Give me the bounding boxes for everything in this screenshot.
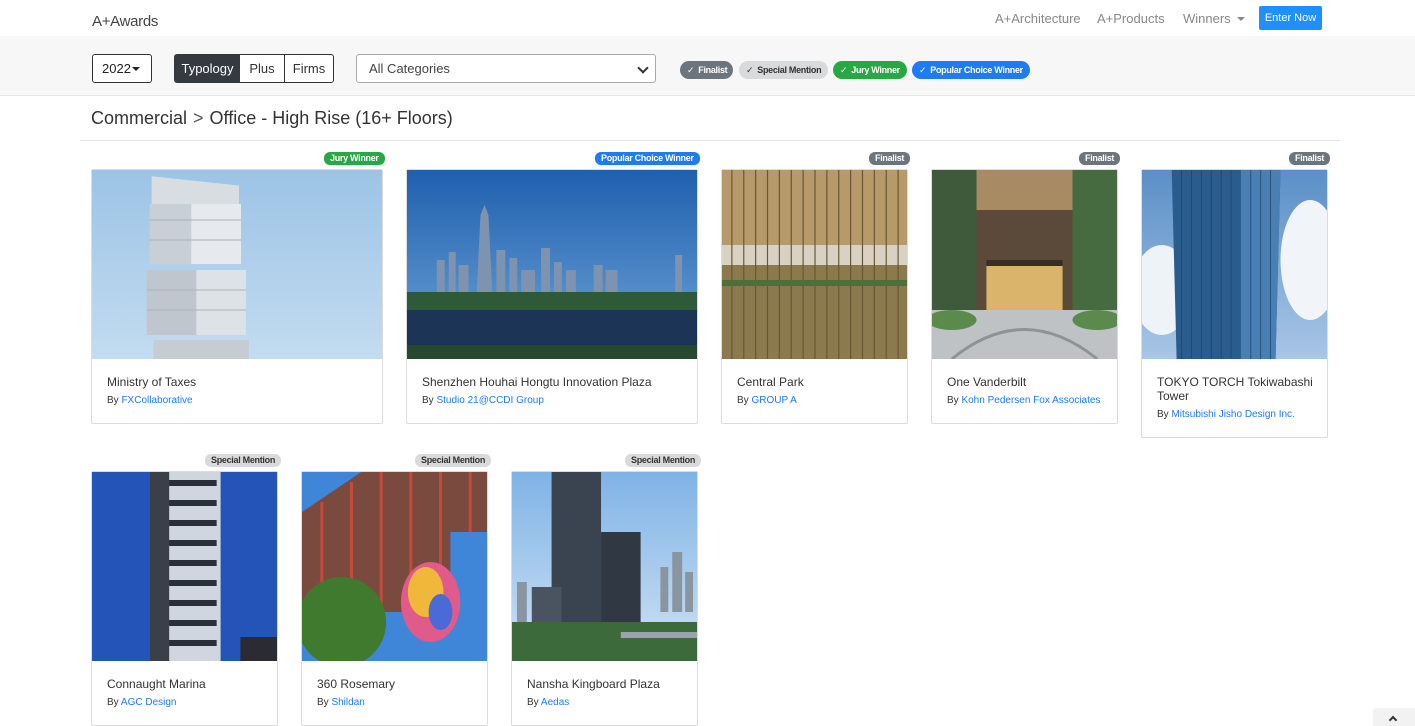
firm-link[interactable]: FXCollaborative: [121, 395, 192, 406]
nav-link-products[interactable]: A+Products: [1097, 11, 1165, 26]
award-badge: Special Mention: [625, 454, 702, 467]
year-dropdown[interactable]: 2022: [92, 54, 152, 83]
project-byline: By FXCollaborative: [107, 395, 193, 406]
project-card[interactable]: Connaught Marina By AGC Design: [91, 471, 278, 726]
caret-down-icon: [1236, 17, 1245, 21]
award-badge: Finalist: [1289, 152, 1331, 165]
project-byline: By Mitsubishi Jisho Design Inc.: [1157, 409, 1295, 420]
segment-plus[interactable]: Plus: [240, 54, 285, 83]
nav-link-winners[interactable]: Winners: [1183, 11, 1245, 26]
project-byline: By Shildan: [317, 697, 365, 708]
project-card[interactable]: 360 Rosemary By Shildan: [301, 471, 488, 726]
award-badge: Jury Winner: [324, 152, 385, 165]
breadcrumb-current: Office - High Rise (16+ Floors): [209, 108, 453, 128]
project-image[interactable]: [92, 170, 382, 359]
enter-now-button[interactable]: Enter Now: [1259, 6, 1322, 30]
project-image[interactable]: [722, 170, 907, 359]
project-title[interactable]: TOKYO TORCH Tokiwabashi Tower: [1157, 375, 1315, 403]
award-badge: Special Mention: [415, 454, 492, 467]
firm-link[interactable]: Kohn Pedersen Fox Associates: [961, 395, 1100, 406]
award-badge: Special Mention: [205, 454, 282, 467]
nav-link-architecture[interactable]: A+Architecture: [995, 11, 1081, 26]
project-card[interactable]: Ministry of Taxes By FXCollaborative: [91, 169, 383, 424]
top-navbar: A+Awards A+Architecture A+Products Winne…: [0, 0, 1415, 36]
project-image[interactable]: [512, 472, 697, 661]
project-card[interactable]: Nansha Kingboard Plaza By Aedas: [511, 471, 698, 726]
project-image[interactable]: [932, 170, 1117, 359]
project-byline: By Aedas: [527, 697, 570, 708]
check-icon: ✓: [687, 65, 695, 75]
filter-pill-finalist[interactable]: ✓ Finalist: [680, 61, 733, 79]
chevron-down-icon: [637, 62, 649, 74]
scroll-to-top-button[interactable]: [1373, 708, 1415, 726]
project-image[interactable]: [1142, 170, 1327, 359]
project-card[interactable]: One Vanderbilt By Kohn Pedersen Fox Asso…: [931, 169, 1118, 424]
project-image[interactable]: [407, 170, 697, 359]
project-byline: By Studio 21@CCDI Group: [422, 395, 544, 406]
filter-pill-special-mention[interactable]: ✓ Special Mention: [739, 61, 828, 79]
filter-pill-jury-winner[interactable]: ✓ Jury Winner: [833, 61, 907, 79]
project-card[interactable]: Central Park By GROUP A: [721, 169, 908, 424]
project-title[interactable]: 360 Rosemary: [317, 677, 475, 691]
category-select[interactable]: All Categories: [356, 54, 656, 83]
project-image[interactable]: [302, 472, 487, 661]
breadcrumb-separator: >: [193, 108, 204, 128]
firm-link[interactable]: AGC Design: [121, 697, 177, 708]
project-title[interactable]: Shenzhen Houhai Hongtu Innovation Plaza: [422, 375, 685, 389]
project-title[interactable]: Nansha Kingboard Plaza: [527, 677, 685, 691]
check-icon: ✓: [919, 65, 927, 75]
chevron-up-icon: [1388, 715, 1398, 725]
project-title[interactable]: One Vanderbilt: [947, 375, 1105, 389]
project-image[interactable]: [92, 472, 277, 661]
award-badge: Finalist: [1079, 152, 1121, 165]
project-title[interactable]: Ministry of Taxes: [107, 375, 370, 389]
project-title[interactable]: Connaught Marina: [107, 677, 265, 691]
firm-link[interactable]: Mitsubishi Jisho Design Inc.: [1171, 409, 1294, 420]
firm-link[interactable]: GROUP A: [751, 395, 796, 406]
check-icon: ✓: [840, 65, 848, 75]
project-card[interactable]: TOKYO TORCH Tokiwabashi Tower By Mitsubi…: [1141, 169, 1328, 438]
check-icon: ✓: [746, 65, 754, 75]
filter-pill-popular-choice[interactable]: ✓ Popular Choice Winner: [912, 61, 1030, 79]
project-byline: By AGC Design: [107, 697, 177, 708]
caret-down-icon: [132, 67, 140, 71]
divider: [80, 140, 1340, 141]
award-badge: Popular Choice Winner: [595, 152, 700, 165]
breadcrumb-parent[interactable]: Commercial: [91, 108, 187, 128]
firm-link[interactable]: Aedas: [541, 697, 569, 708]
project-byline: By Kohn Pedersen Fox Associates: [947, 395, 1101, 406]
project-byline: By GROUP A: [737, 395, 797, 406]
project-card[interactable]: Shenzhen Houhai Hongtu Innovation Plaza …: [406, 169, 698, 424]
firm-link[interactable]: Studio 21@CCDI Group: [436, 395, 543, 406]
category-breadcrumb: Commercial > Office - High Rise (16+ Floor…: [91, 108, 453, 129]
filter-bar: 2022 Typology Plus Firms All Categories …: [0, 36, 1415, 96]
award-badge: Finalist: [869, 152, 911, 165]
segment-firms[interactable]: Firms: [284, 54, 334, 83]
segment-typology[interactable]: Typology: [174, 54, 241, 83]
firm-link[interactable]: Shildan: [331, 697, 364, 708]
project-title[interactable]: Central Park: [737, 375, 895, 389]
brand-logo[interactable]: A+Awards: [92, 13, 158, 30]
